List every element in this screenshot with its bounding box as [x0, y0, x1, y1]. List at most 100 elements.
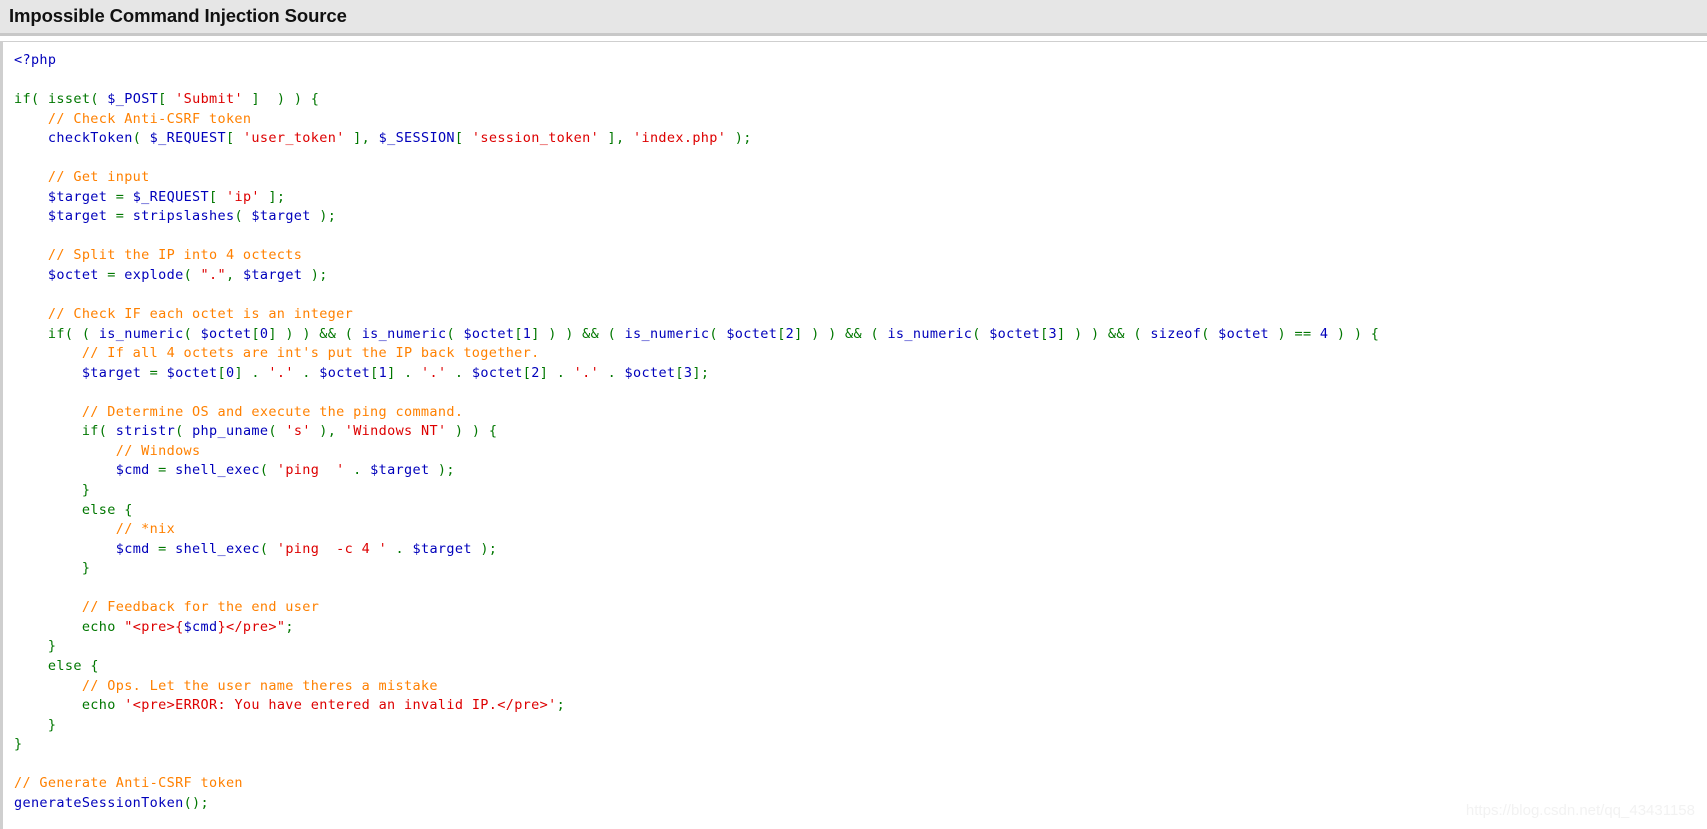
- code-line: // If all 4 octets are int's put the IP …: [14, 344, 1379, 364]
- code-token: [: [522, 364, 532, 381]
- code-token: 's': [285, 423, 311, 440]
- code-token: $_POST: [107, 91, 159, 108]
- code-token: else: [47, 657, 82, 674]
- code-token: is_numeric: [887, 325, 973, 342]
- code-token: ;: [556, 697, 566, 714]
- code-token: ] ) ): [1057, 325, 1108, 342]
- code-token: // Windows: [14, 442, 201, 459]
- code-token: $octet: [200, 325, 252, 342]
- code-line: else {: [14, 501, 1379, 521]
- code-token: (: [132, 130, 150, 147]
- code-token: isset: [47, 91, 91, 108]
- code-token: (: [446, 325, 464, 342]
- code-token: $octet: [319, 364, 371, 381]
- code-line: $target = $_REQUEST[ 'ip' ];: [14, 188, 1379, 208]
- code-line: else {: [14, 657, 1379, 677]
- code-line: // Get input: [14, 168, 1379, 188]
- code-token: ==: [1294, 325, 1312, 342]
- code-token: shell_exec: [175, 540, 260, 557]
- code-token: 'Windows NT': [344, 423, 447, 440]
- code-token: // Determine OS and execute the ping com…: [14, 403, 464, 420]
- code-line: $cmd = shell_exec( 'ping ' . $target );: [14, 461, 1379, 481]
- code-token: is_numeric: [624, 325, 710, 342]
- code-line: // Split the IP into 4 octects: [14, 246, 1379, 266]
- code-token: (: [862, 325, 888, 342]
- code-token: &&: [1107, 325, 1125, 342]
- code-line: // Check IF each octet is an integer: [14, 305, 1379, 325]
- code-line: }: [14, 637, 1379, 657]
- code-line: if( ( is_numeric( $octet[0] ) ) && ( is_…: [14, 325, 1379, 345]
- code-token: checkToken: [47, 130, 133, 147]
- code-token: 'ping ': [276, 462, 345, 479]
- code-token: .: [387, 540, 413, 557]
- code-line: // Check Anti-CSRF token: [14, 110, 1379, 130]
- code-token: $octet: [47, 267, 99, 284]
- code-token: $_REQUEST: [149, 130, 226, 147]
- code-token: ): [1269, 325, 1295, 342]
- code-token: '.': [268, 364, 294, 381]
- code-token: [: [225, 130, 243, 147]
- code-token: else: [81, 501, 116, 518]
- code-token: '<pre>ERROR: You have entered an invalid…: [124, 697, 557, 714]
- code-token: // If all 4 octets are int's put the IP …: [14, 345, 540, 362]
- code-token: [: [675, 364, 684, 381]
- code-token: .: [293, 364, 320, 381]
- code-token: =: [107, 188, 133, 205]
- code-token: ],: [599, 130, 633, 147]
- code-token: );: [471, 540, 498, 557]
- php-source-code: <?php if( isset( $_POST[ 'Submit' ] ) ) …: [3, 42, 1379, 813]
- code-token: ] .: [539, 364, 574, 381]
- code-line: generateSessionToken();: [14, 794, 1379, 814]
- code-token: if: [14, 91, 31, 108]
- code-token: $octet: [1218, 325, 1270, 342]
- code-token: // Generate Anti-CSRF token: [14, 775, 243, 792]
- code-token: }: [14, 560, 91, 577]
- code-token: stristr: [115, 423, 176, 440]
- code-token: ( (: [64, 325, 99, 342]
- code-token: $octet: [166, 364, 218, 381]
- code-token: );: [726, 130, 752, 147]
- code-token: <?php: [14, 52, 57, 68]
- code-line: if( isset( $_POST[ 'Submit' ] ) ) {: [14, 90, 1379, 110]
- code-token: 'user_token': [242, 130, 345, 147]
- code-token: $target: [242, 267, 303, 284]
- code-token: {: [81, 657, 99, 674]
- page-header-band: Impossible Command Injection Source: [0, 0, 1707, 36]
- code-token: &&: [582, 325, 600, 342]
- code-token: echo: [81, 618, 116, 635]
- code-token: $octet: [463, 325, 515, 342]
- code-token: if: [47, 325, 65, 342]
- code-token: (: [336, 325, 362, 342]
- code-token: .: [344, 462, 371, 479]
- code-token: (: [90, 91, 108, 108]
- code-token: $_REQUEST: [132, 188, 210, 205]
- code-token: explode: [124, 267, 184, 284]
- code-token: [: [217, 364, 226, 381]
- code-line: // Ops. Let the user name theres a mista…: [14, 677, 1379, 697]
- code-token: [: [514, 325, 523, 342]
- code-line: $octet = explode( ".", $target );: [14, 266, 1379, 286]
- code-token: // Check Anti-CSRF token: [14, 110, 252, 127]
- code-token: ) ) {: [1328, 325, 1380, 342]
- code-token: $cmd: [183, 618, 218, 635]
- code-token: $octet: [471, 364, 523, 381]
- code-token: );: [302, 267, 328, 284]
- code-token: $octet: [989, 325, 1041, 342]
- code-token: =: [98, 267, 125, 284]
- code-token: (: [599, 325, 625, 342]
- code-token: }: [14, 482, 91, 499]
- code-token: ];: [259, 188, 286, 205]
- code-token: (: [183, 325, 201, 342]
